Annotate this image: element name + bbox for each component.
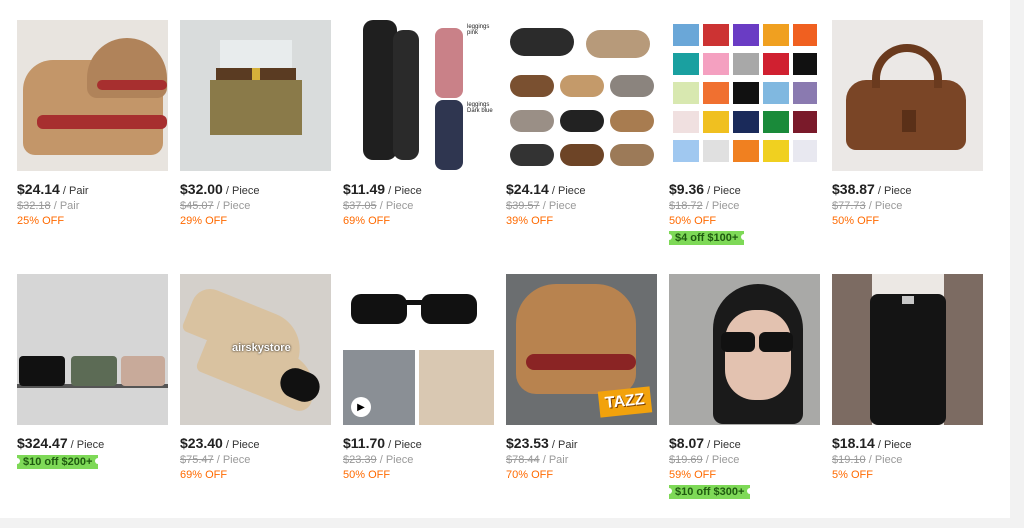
discount-label: 69% OFF: [343, 215, 391, 227]
tazz-badge: TAZZ: [598, 386, 653, 418]
original-unit: / Piece: [539, 200, 577, 212]
product-image-skirt[interactable]: [180, 20, 331, 171]
price: $32.00: [180, 181, 223, 197]
original-unit: / Piece: [702, 454, 740, 466]
product-card[interactable]: TAZZ $23.53 / Pair $78.44 / Pair 70% OFF: [506, 274, 657, 528]
product-image-tazz[interactable]: TAZZ: [506, 274, 657, 425]
original-price: $23.39: [343, 454, 377, 466]
product-image-handbags[interactable]: [17, 274, 168, 425]
original-price: $32.18: [17, 200, 51, 212]
price: $11.49: [343, 181, 386, 197]
price: $18.14: [832, 435, 875, 451]
product-grid: $24.14 / Pair $32.18 / Pair 25% OFF $32.…: [13, 20, 983, 528]
price: $38.87: [832, 181, 875, 197]
price-unit: / Piece: [704, 185, 741, 197]
price-unit: / Pair: [548, 439, 578, 451]
original-price: $77.73: [832, 200, 866, 212]
discount-label: 25% OFF: [17, 215, 65, 227]
original-price: $39.57: [506, 200, 540, 212]
price-unit: / Piece: [67, 439, 105, 451]
product-image-espadrille[interactable]: airskystore: [180, 274, 331, 425]
product-card[interactable]: $9.36 / Piece $18.72 / Piece 50% OFF $4 …: [665, 20, 820, 274]
product-image-boots[interactable]: [17, 20, 168, 171]
price-unit: / Piece: [548, 185, 586, 197]
discount-label: 70% OFF: [506, 469, 554, 481]
product-card[interactable]: $18.14 / Piece $19.10 / Piece 5% OFF: [832, 274, 983, 528]
price-unit: / Piece: [874, 185, 912, 197]
product-card[interactable]: $8.07 / Piece $19.69 / Piece 59% OFF $10…: [665, 274, 820, 528]
product-card[interactable]: $24.14 / Piece $39.57 / Piece 39% OFF: [506, 20, 657, 274]
product-card[interactable]: $324.47 / Piece $10 off $200+: [13, 274, 168, 528]
discount-label: 50% OFF: [343, 469, 391, 481]
price: $23.40: [180, 435, 223, 451]
discount-label: 5% OFF: [832, 469, 873, 481]
coupon-badge: $10 off $200+: [13, 455, 102, 469]
discount-label: 39% OFF: [506, 215, 554, 227]
original-unit: / Piece: [376, 200, 414, 212]
original-price: $45.07: [180, 200, 214, 212]
coupon-badge: $10 off $300+: [665, 485, 754, 499]
price-unit: / Piece: [704, 439, 741, 451]
price: $8.07: [669, 435, 705, 451]
thumb-text: leggings Dark blue: [467, 102, 493, 114]
price: $9.36: [669, 181, 705, 197]
coupon-badge: $4 off $100+: [665, 231, 748, 245]
price-unit: / Pair: [59, 185, 89, 197]
product-image-leggings[interactable]: leggings pink leggings Dark blue: [343, 20, 494, 171]
discount-label: 50% OFF: [669, 215, 717, 227]
price-unit: / Piece: [385, 185, 422, 197]
original-unit: / Piece: [213, 454, 251, 466]
original-price: $37.05: [343, 200, 377, 212]
product-card[interactable]: leggings pink leggings Dark blue $11.49 …: [343, 20, 494, 274]
price-unit: / Piece: [222, 439, 260, 451]
thumb-text: leggings pink: [467, 24, 490, 36]
discount-label: 59% OFF: [669, 469, 717, 481]
product-card[interactable]: $32.00 / Piece $45.07 / Piece 29% OFF: [180, 20, 331, 274]
product-image-clogs[interactable]: [506, 20, 657, 171]
price: $23.53: [506, 435, 549, 451]
price: $11.70: [343, 435, 386, 451]
product-image-woman-sunglasses[interactable]: [669, 274, 820, 425]
product-card[interactable]: $24.14 / Pair $32.18 / Pair 25% OFF: [17, 20, 168, 274]
original-unit: / Piece: [865, 454, 903, 466]
product-grid-panel: $24.14 / Pair $32.18 / Pair 25% OFF $32.…: [0, 0, 1010, 518]
discount-label: 69% OFF: [180, 469, 228, 481]
original-unit: / Pair: [50, 200, 80, 212]
original-price: $19.69: [669, 454, 703, 466]
product-image-shorts[interactable]: [669, 20, 820, 171]
price-unit: / Piece: [385, 439, 422, 451]
price-unit: / Piece: [874, 439, 912, 451]
product-card[interactable]: airskystore $23.40 / Piece $75.47 / Piec…: [180, 274, 331, 528]
price-unit: / Piece: [222, 185, 260, 197]
original-price: $18.72: [669, 200, 703, 212]
original-price: $78.44: [506, 454, 540, 466]
original-unit: / Piece: [213, 200, 251, 212]
discount-label: 50% OFF: [832, 215, 880, 227]
price: $24.14: [17, 181, 60, 197]
original-price: $19.10: [832, 454, 866, 466]
product-card[interactable]: ▶ $11.70 / Piece $23.39 / Piece 50% OFF: [343, 274, 494, 528]
price: $324.47: [17, 435, 68, 451]
play-icon[interactable]: ▶: [351, 397, 371, 417]
price: $24.14: [506, 181, 549, 197]
product-image-pants[interactable]: [832, 274, 983, 425]
original-price: $75.47: [180, 454, 214, 466]
original-unit: / Piece: [865, 200, 903, 212]
discount-label: 29% OFF: [180, 215, 228, 227]
thumb-text: airskystore: [232, 342, 291, 354]
product-image-sunglasses[interactable]: ▶: [343, 274, 494, 425]
original-unit: / Pair: [539, 454, 569, 466]
product-image-bag[interactable]: [832, 20, 983, 171]
original-unit: / Piece: [702, 200, 740, 212]
original-unit: / Piece: [376, 454, 414, 466]
product-card[interactable]: $38.87 / Piece $77.73 / Piece 50% OFF: [832, 20, 983, 274]
